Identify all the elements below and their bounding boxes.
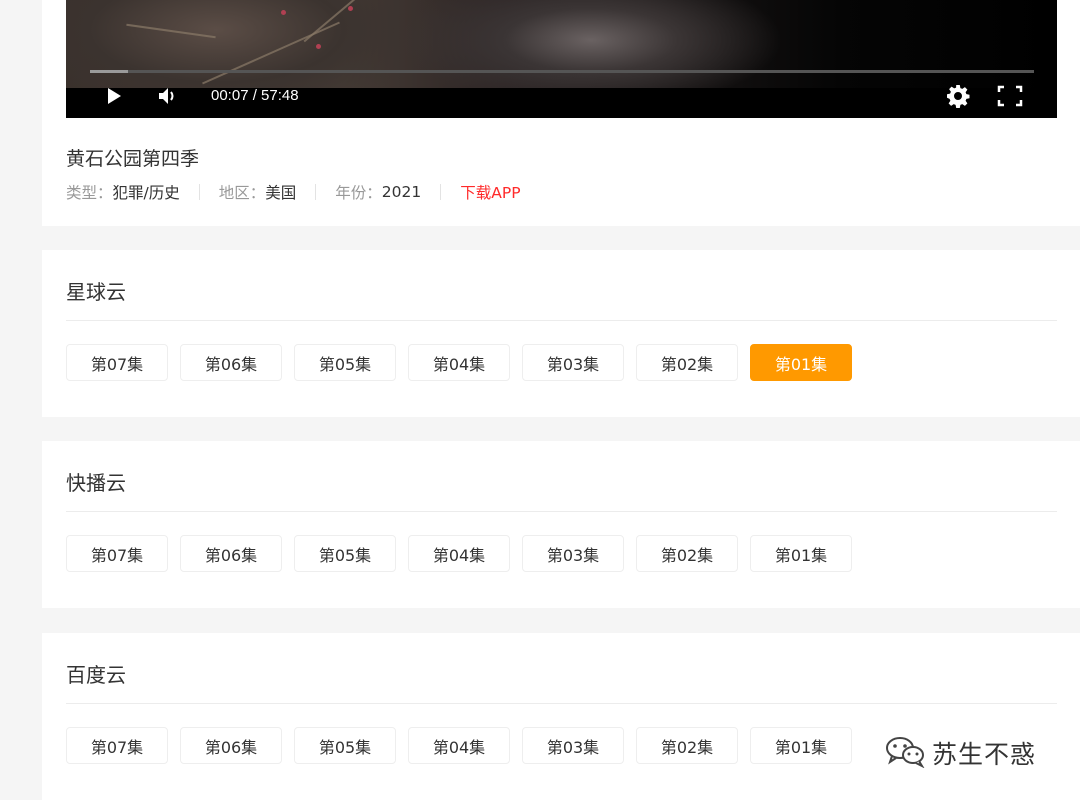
video-player[interactable]: 00:07 / 57:48 [66,0,1057,118]
meta-divider [198,184,200,200]
episode-list: 第07集 第06集 第05集 第04集 第03集 第02集 第01集 [66,344,864,381]
divider [66,511,1057,512]
player-controls: 00:07 / 57:48 [66,78,1057,118]
year-value: 2021 [381,183,422,201]
episode-button[interactable]: 第01集 [750,344,852,381]
watermark: 苏生不惑 [884,734,1036,772]
source-card-xingqiuyun: 星球云 第07集 第06集 第05集 第04集 第03集 第02集 第01集 [42,250,1080,417]
episode-button[interactable]: 第05集 [294,535,396,572]
download-app-link[interactable]: 下载APP [460,181,520,203]
episode-button[interactable]: 第04集 [408,727,510,764]
episode-list: 第07集 第06集 第05集 第04集 第03集 第02集 第01集 [66,727,864,764]
video-card: 00:07 / 57:48 黄石公园第四季 类型： 犯罪/历史 地区： 美国 年… [42,0,1080,226]
episode-button[interactable]: 第02集 [636,344,738,381]
episode-button[interactable]: 第04集 [408,344,510,381]
episode-button[interactable]: 第03集 [522,535,624,572]
episode-list: 第07集 第06集 第05集 第04集 第03集 第02集 第01集 [66,535,864,572]
source-title: 快播云 [66,471,126,495]
progress-bar[interactable] [90,70,1034,73]
episode-button[interactable]: 第07集 [66,344,168,381]
divider [66,320,1057,321]
meta-divider [440,184,442,200]
episode-button[interactable]: 第03集 [522,344,624,381]
movie-meta: 类型： 犯罪/历史 地区： 美国 年份： 2021 下载APP [66,181,521,203]
source-title: 百度云 [66,663,126,687]
source-card-baiduyun: 百度云 第07集 第06集 第05集 第04集 第03集 第02集 第01集 [42,633,1080,800]
genre-label: 类型： [66,184,113,202]
play-icon[interactable] [104,86,124,106]
source-title: 星球云 [66,280,126,304]
movie-title: 黄石公园第四季 [66,148,200,170]
meta-divider [315,184,317,200]
episode-button[interactable]: 第07集 [66,727,168,764]
episode-button[interactable]: 第06集 [180,535,282,572]
episode-button[interactable]: 第01集 [750,727,852,764]
episode-button[interactable]: 第01集 [750,535,852,572]
episode-button[interactable]: 第07集 [66,535,168,572]
episode-button[interactable]: 第06集 [180,727,282,764]
wechat-icon [884,734,928,772]
video-frame[interactable] [66,0,1057,88]
time-display: 00:07 / 57:48 [211,87,299,104]
episode-button[interactable]: 第06集 [180,344,282,381]
episode-button[interactable]: 第05集 [294,727,396,764]
year-label: 年份： [335,184,382,202]
source-card-kuaiboyun: 快播云 第07集 第06集 第05集 第04集 第03集 第02集 第01集 [42,441,1080,608]
divider [66,703,1057,704]
progress-fill [90,70,129,73]
episode-button[interactable]: 第02集 [636,535,738,572]
region-value: 美国 [265,184,297,202]
watermark-text: 苏生不惑 [932,740,1037,769]
episode-button[interactable]: 第02集 [636,727,738,764]
episode-button[interactable]: 第03集 [522,727,624,764]
volume-icon[interactable] [157,86,179,106]
genre-value: 犯罪/历史 [112,184,180,202]
gear-icon[interactable] [946,84,970,108]
episode-button[interactable]: 第04集 [408,535,510,572]
fullscreen-icon[interactable] [997,85,1023,107]
episode-button[interactable]: 第05集 [294,344,396,381]
region-label: 地区： [218,184,266,202]
